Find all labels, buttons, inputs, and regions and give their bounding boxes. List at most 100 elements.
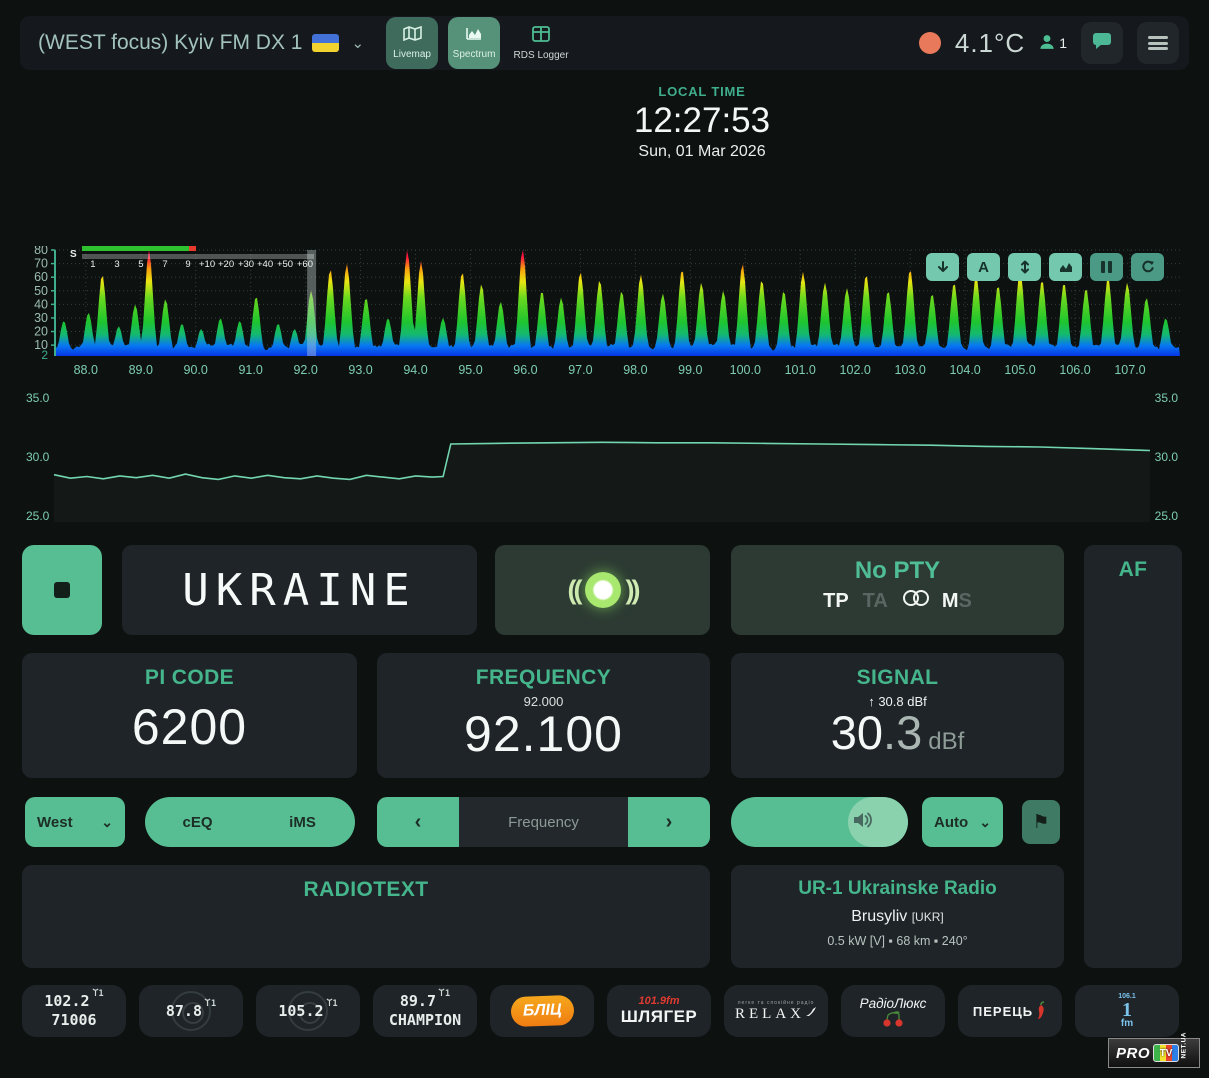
stop-icon [54,582,70,598]
spectrum-chart-icon [465,26,483,46]
frequency-panel[interactable]: FREQUENCY 92.000 92.100 [377,653,710,778]
top-bar: (WEST focus) Kyiv FM DX 1 ⌄ Livemap Spec… [20,16,1189,70]
scale-vertical-button[interactable] [1008,253,1041,281]
preset-button[interactable]: 101.9fm ШЛЯГЕР [607,985,711,1037]
eq-ims-toggle: cEQ iMS [145,797,355,847]
clock-date: Sun, 01 Mar 2026 [638,143,766,160]
antenna-badge: 1 [325,998,338,1009]
server-title: (WEST focus) Kyiv FM DX 1 [38,31,303,54]
spectrum-label: Spectrum [452,49,496,60]
svg-text:103.0: 103.0 [895,363,926,377]
volume-slider[interactable] [731,797,908,847]
frequency-up-button[interactable]: › [628,797,710,847]
svg-text:89.0: 89.0 [129,363,153,377]
signal-label: SIGNAL [856,666,939,689]
chevron-down-icon: ⌄ [979,813,991,830]
ims-button[interactable]: iMS [250,797,355,847]
shlyager-freq: 101.9fm [638,995,680,1007]
top-nav: Livemap Spectrum RDS Logger [386,17,572,69]
rds-logger-button[interactable]: RDS Logger [510,17,572,69]
livemap-button[interactable]: Livemap [386,17,439,69]
svg-text:91.0: 91.0 [238,363,262,377]
pause-spectrum-button[interactable] [1090,253,1123,281]
frequency-label: FREQUENCY [475,666,612,689]
svg-text:88.0: 88.0 [74,363,98,377]
scan-mode-select[interactable]: Auto ⌄ [922,797,1003,847]
refresh-spectrum-button[interactable] [1131,253,1164,281]
rds-flags-panel: No PTY TP TA MS [731,545,1064,635]
svg-text:101.0: 101.0 [785,363,816,377]
svg-text:30.0: 30.0 [1155,450,1179,464]
listener-count: 1 [1059,35,1067,51]
svg-text:96.0: 96.0 [513,363,537,377]
signal-history-chart: 35.0 35.0 30.0 30.0 25.0 25.0 [24,388,1180,523]
auto-mode-button[interactable]: A [967,253,1000,281]
svg-text:35.0: 35.0 [26,391,50,405]
graph-style-button[interactable] [1049,253,1082,281]
svg-text:105.0: 105.0 [1004,363,1035,377]
svg-text:30: 30 [34,311,48,325]
spectrum-button[interactable]: Spectrum [448,17,501,69]
area-chart-icon [1059,263,1072,272]
signal-history-plot: 35.0 35.0 30.0 30.0 25.0 25.0 [26,391,1179,523]
preset-button[interactable]: РадіоЛюкс [841,985,945,1037]
signal-value: 30.3 dBf [830,706,965,759]
antenna-badge: 1 [91,988,104,999]
ukraine-flag-icon [312,34,340,52]
s-meter: S 1 3 5 7 9 +10 +20 +30 +40 +50 +60 [24,246,354,276]
spectrum-chart[interactable]: 80 70 60 50 40 30 20 10 2 88.0 89.0 90.0 91.0 92.0 93.… [24,243,1180,378]
svg-text:98.0: 98.0 [623,363,647,377]
svg-text:99.0: 99.0 [678,363,702,377]
preset-button[interactable]: легке та спокійне радіо RELAX [724,985,828,1037]
svg-text:92.0: 92.0 [293,363,317,377]
protv-pro-text: PRO [1116,1044,1151,1062]
report-flag-button[interactable]: ⚑ [1022,800,1060,844]
arrow-down-icon [937,261,948,272]
menu-button[interactable] [1137,22,1179,64]
ceq-button[interactable]: cEQ [145,797,250,847]
autoscale-down-button[interactable] [926,253,959,281]
lux-logo: РадіоЛюкс [859,995,927,1011]
preset-button[interactable]: 89.7 1 CHAMPION [373,985,477,1037]
chat-button[interactable] [1081,22,1123,64]
svg-text:25.0: 25.0 [1155,509,1179,522]
speaker-icon [852,811,874,834]
svg-text:50: 50 [34,284,48,298]
preset-button[interactable]: БЛІЦ [490,985,594,1037]
pi-code-label: PI CODE [144,666,235,689]
af-label: AF [1118,558,1148,581]
preset-button[interactable]: 106.1 1 fm [1075,985,1179,1037]
clock-label: LOCAL TIME [658,84,746,99]
svg-text:40: 40 [34,297,48,311]
frequency-down-button[interactable]: ‹ [377,797,459,847]
svg-text:90.0: 90.0 [184,363,208,377]
pi-code-panel: PI CODE 6200 [22,653,357,778]
antenna-value: West [37,813,73,831]
map-icon [402,25,422,46]
bird-icon [806,1006,816,1016]
hamburger-icon [1148,34,1168,53]
flag-icon: ⚑ [1032,811,1050,833]
server-selector[interactable]: (WEST focus) Kyiv FM DX 1 ⌄ [38,31,364,55]
audio-indicator-panel[interactable]: (()) [495,545,710,635]
weather-status-dot [918,32,941,54]
preset-button[interactable]: 87.8 1 [139,985,243,1037]
blits-logo: БЛІЦ [510,994,574,1028]
cherries-icon [883,1010,903,1027]
listener-counter: 1 [1039,34,1067,53]
chevron-down-icon: ⌄ [351,35,365,52]
frequency-value: 92.100 [464,706,623,762]
preset-button[interactable]: 105.2 1 [256,985,360,1037]
play-stop-button[interactable] [22,545,102,635]
svg-text:107.0: 107.0 [1114,363,1145,377]
svg-text:104.0: 104.0 [949,363,980,377]
spectrum-toolbar: A [926,253,1164,281]
frequency-input[interactable]: Frequency [459,797,628,847]
ta-flag: TA [862,589,888,612]
preset-button[interactable]: ПЕРЕЦЬ [958,985,1062,1037]
svg-text:95.0: 95.0 [458,363,482,377]
preset-bank: 102.2 1 71006 87.8 1 105.2 1 89.7 1 CHAMPION… [22,985,1179,1037]
station-name: UR-1 Ukrainske Radio [798,878,997,899]
preset-button[interactable]: 102.2 1 71006 [22,985,126,1037]
antenna-select[interactable]: West ⌄ [25,797,125,847]
